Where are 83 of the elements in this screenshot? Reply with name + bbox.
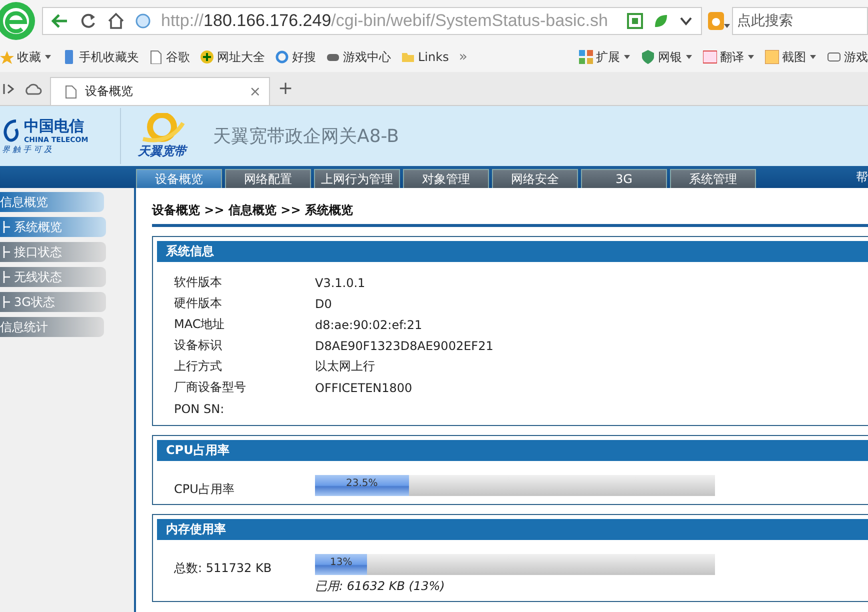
nav-tab[interactable]: 系统管理 [670,169,756,188]
nav-tab[interactable]: 设备概览 [136,169,222,188]
address-bar[interactable]: http://180.166.176.249/cgi-bin/webif/SystemStatus-basic.sh [42,7,702,35]
caret-icon [747,53,755,61]
breadcrumb: 设备概览 >> 信息概览 >> 系统概览 [152,198,868,227]
bookmark-link[interactable]: 游戏中心 [326,48,391,66]
bookmark-link[interactable]: 手机收藏夹 [62,48,139,66]
field-label: 硬件版本 [174,295,223,312]
globe-icon [135,13,151,29]
url-text[interactable]: http://180.166.176.249/cgi-bin/webif/SystemStatus-basic.sh [161,11,617,31]
reload-icon [79,12,97,30]
new-tab-button[interactable]: + [278,78,294,99]
back-icon [51,12,69,30]
nav-tab[interactable]: 对象管理 [403,169,489,188]
bookmark-link[interactable]: 网址大全 [200,48,265,66]
tree-branch-icon [2,271,10,283]
toolbar-button[interactable]: 翻译 [703,48,755,66]
close-button[interactable]: × [249,84,261,100]
brand-text: 天翼宽带 [138,142,186,160]
field-label: CPU占用率 [174,481,236,498]
sidebar-item[interactable]: 信息统计 [0,317,104,337]
browser-tab[interactable]: 设备概览 × [50,77,270,105]
field-label: PON SN: [174,402,226,416]
translate-icon [703,50,717,64]
grid-icon [579,50,593,64]
field-value: D0 [315,296,332,310]
cloud-icon [24,82,42,96]
bookmark-link[interactable]: Links [401,50,449,64]
progress-reading: 13% [330,557,352,568]
phone-icon [62,50,76,64]
shield-icon [641,50,655,64]
toolbar-button[interactable]: 游戏 [827,48,868,66]
nav-tab[interactable]: 网络配置 [225,169,311,188]
nav-tab[interactable]: 上网行为管理 [314,169,400,188]
sidebar-item[interactable]: 信息概览 [0,192,104,212]
toolbar-button[interactable]: 扩展 [579,48,631,66]
home-icon [107,12,125,30]
leaf-icon [653,13,669,29]
field-label: 软件版本 [174,274,223,291]
sidebar-subitem[interactable]: 系统概览 [0,217,106,237]
page-icon [65,84,77,98]
bookmark-link[interactable]: 好搜 [275,48,316,66]
tree-branch-icon [2,221,10,233]
page-title: 天翼宽带政企网关A8-B [213,125,399,148]
caret-icon [809,53,817,61]
nav-tab[interactable]: 网络安全 [492,169,578,188]
caret-icon [623,53,631,61]
panel-title: 内存使用率 [157,519,868,540]
usage-note: 已用: 61632 KB (13%) [315,578,446,595]
sidebar-toggle-icon [2,82,16,96]
field-label: 上行方式 [174,358,223,375]
tab-title: 设备概览 [85,83,134,100]
tree-branch-icon [2,246,10,258]
field-value: d8:ae:90:02:ef:21 [315,318,422,332]
field-value: V3.1.0.1 [315,276,366,290]
field-label: 厂商设备型号 [174,379,247,396]
star-icon [0,50,14,64]
plus-circle-icon [200,50,214,64]
caret-icon [44,53,52,61]
more-bookmarks-button[interactable]: » [458,49,468,65]
logo-text: 中国电信 [24,117,85,136]
toolbar-button[interactable]: 网银 [641,48,693,66]
bookmark-link[interactable]: 谷歌 [149,48,190,66]
slogan: 界 触 手 可 及 [2,144,54,155]
field-label: MAC地址 [174,316,226,333]
nav-link[interactable]: 帮 [856,168,868,186]
page-icon [149,50,163,64]
field-value: D8AE90F1323D8AE9002EF21 [315,338,494,352]
panel-title: CPU占用率 [157,440,868,461]
field-label: 总数: 511732 KB [174,560,273,577]
folder-icon [401,50,415,64]
search-engine-icon [708,12,730,30]
tree-branch-icon [2,296,10,308]
field-value: 以太网上行 [315,358,375,375]
nav-tab[interactable]: 3G [581,169,667,188]
toolbar-button[interactable]: 截图 [765,48,817,66]
field-value: OFFICETEN1800 [315,380,412,394]
panel-title: 系统信息 [157,241,868,262]
progress-reading: 23.5% [346,478,378,489]
field-label: 设备标识 [174,337,223,354]
bookmark-link[interactable]: 收藏 [0,48,52,66]
caret-icon [685,53,693,61]
search-field[interactable]: 点此搜索 [732,7,868,35]
